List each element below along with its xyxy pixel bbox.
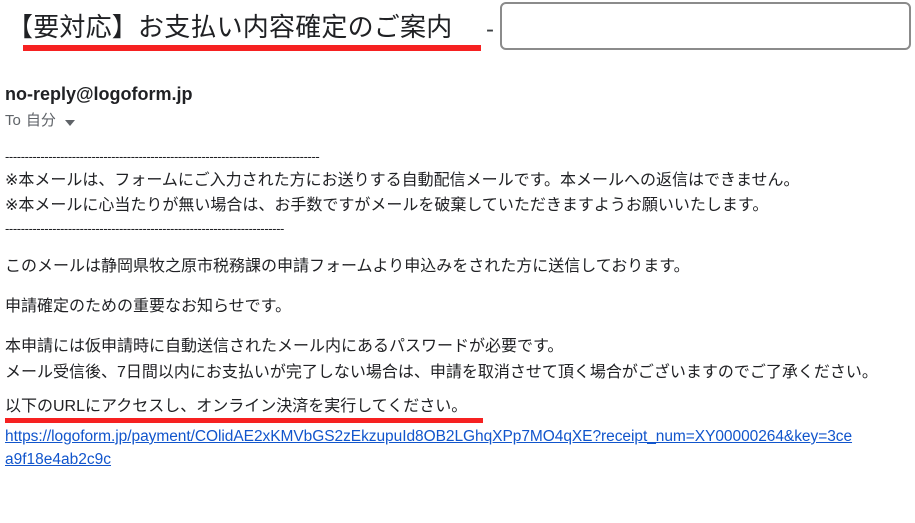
divider-top: ----------------------------------------… [5,149,320,164]
body-paragraph-2: 申請確定のための重要なお知らせです。 [5,298,292,315]
email-subject: 【要対応】お支払い内容確定のご案内 [7,12,453,42]
email-body: ----------------------------------------… [5,146,915,471]
notice-line-2: ※本メールに心当たりが無い場合は、お手数ですがメールを破棄していただきますようお… [5,197,769,214]
cta-instruction-row: 以下のURLにアクセスし、オンライン決済を実行してください。 [5,394,915,423]
payment-link-line-1[interactable]: https://logoform.jp/payment/COlidAE2xKMV… [5,425,915,448]
chevron-down-icon[interactable] [64,119,75,126]
body-paragraph-1: このメールは静岡県牧之原市税務課の申請フォームより申込みをされた方に送信しており… [5,258,690,275]
body-paragraph-4: メール受信後、7日間以内にお支払いが完了しない場合は、申請を取消させて頂く場合が… [5,364,878,381]
cta-red-underline-annotation [5,418,483,423]
recipient-prefix: To [5,112,21,129]
payment-link-block[interactable]: https://logoform.jp/payment/COlidAE2xKMV… [5,425,915,471]
recipient-name: 自分 [25,112,56,129]
masked-redaction-box[interactable] [500,2,911,50]
body-spacer-4 [5,386,915,394]
cta-instruction-text: 以下のURLにアクセスし、オンライン決済を実行してください。 [5,398,468,415]
divider-bottom: ----------------------------------------… [5,221,284,236]
subject-red-underline-annotation [23,45,481,51]
body-paragraph-3: 本申請には仮申請時に自動送信されたメール内にあるパスワードが必要です。 [5,338,564,355]
sender-address[interactable]: no-reply@logoform.jp [5,82,193,106]
email-subject-row: 【要対応】お支払い内容確定のご案内 - [0,0,915,62]
payment-link-line-2[interactable]: a9f18e4ab2c9c [5,448,915,471]
recipient-row[interactable]: To 自分 [5,110,75,132]
body-spacer-1 [5,240,915,254]
body-spacer-2 [5,280,915,294]
body-spacer-3 [5,320,915,334]
notice-line-1: ※本メールは、フォームにご入力された方にお送りする自動配信メールです。本メールへ… [5,172,800,189]
subject-separator: - [486,16,494,43]
